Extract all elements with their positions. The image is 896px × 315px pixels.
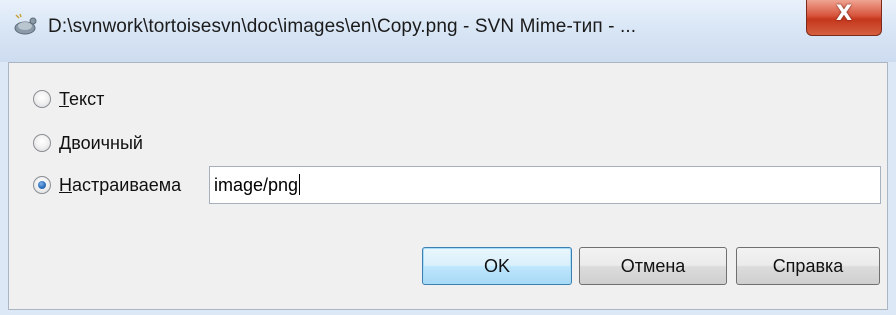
close-icon: X (835, 1, 853, 25)
cancel-button[interactable]: Отмена (579, 247, 727, 285)
custom-mime-input[interactable]: image/png (209, 166, 881, 204)
radio-button-text[interactable] (33, 90, 51, 108)
tortoisesvn-icon (12, 12, 38, 38)
radio-binary[interactable]: Двоичный (33, 129, 143, 157)
ok-button[interactable]: OK (422, 247, 572, 285)
text-caret (299, 174, 301, 195)
radio-text-label: Текст (59, 88, 105, 109)
radio-custom[interactable]: Настраиваема (33, 171, 181, 199)
window-title: D:\svnwork\tortoisesvn\doc\images\en\Cop… (48, 16, 637, 37)
dialog-body: Текст Двоичный Настраиваема image/png OK… (8, 62, 888, 310)
mime-type-dialog: D:\svnwork\tortoisesvn\doc\images\en\Cop… (0, 0, 896, 315)
radio-binary-label: Двоичный (59, 132, 143, 153)
custom-mime-value: image/png (214, 175, 299, 195)
close-button[interactable]: X (806, 0, 882, 36)
radio-button-custom[interactable] (33, 176, 51, 194)
radio-button-binary[interactable] (33, 134, 51, 152)
help-button[interactable]: Справка (736, 247, 880, 285)
radio-custom-label: Настраиваема (59, 174, 182, 195)
title-bar[interactable]: D:\svnwork\tortoisesvn\doc\images\en\Cop… (0, 0, 896, 62)
radio-text[interactable]: Текст (33, 85, 104, 113)
